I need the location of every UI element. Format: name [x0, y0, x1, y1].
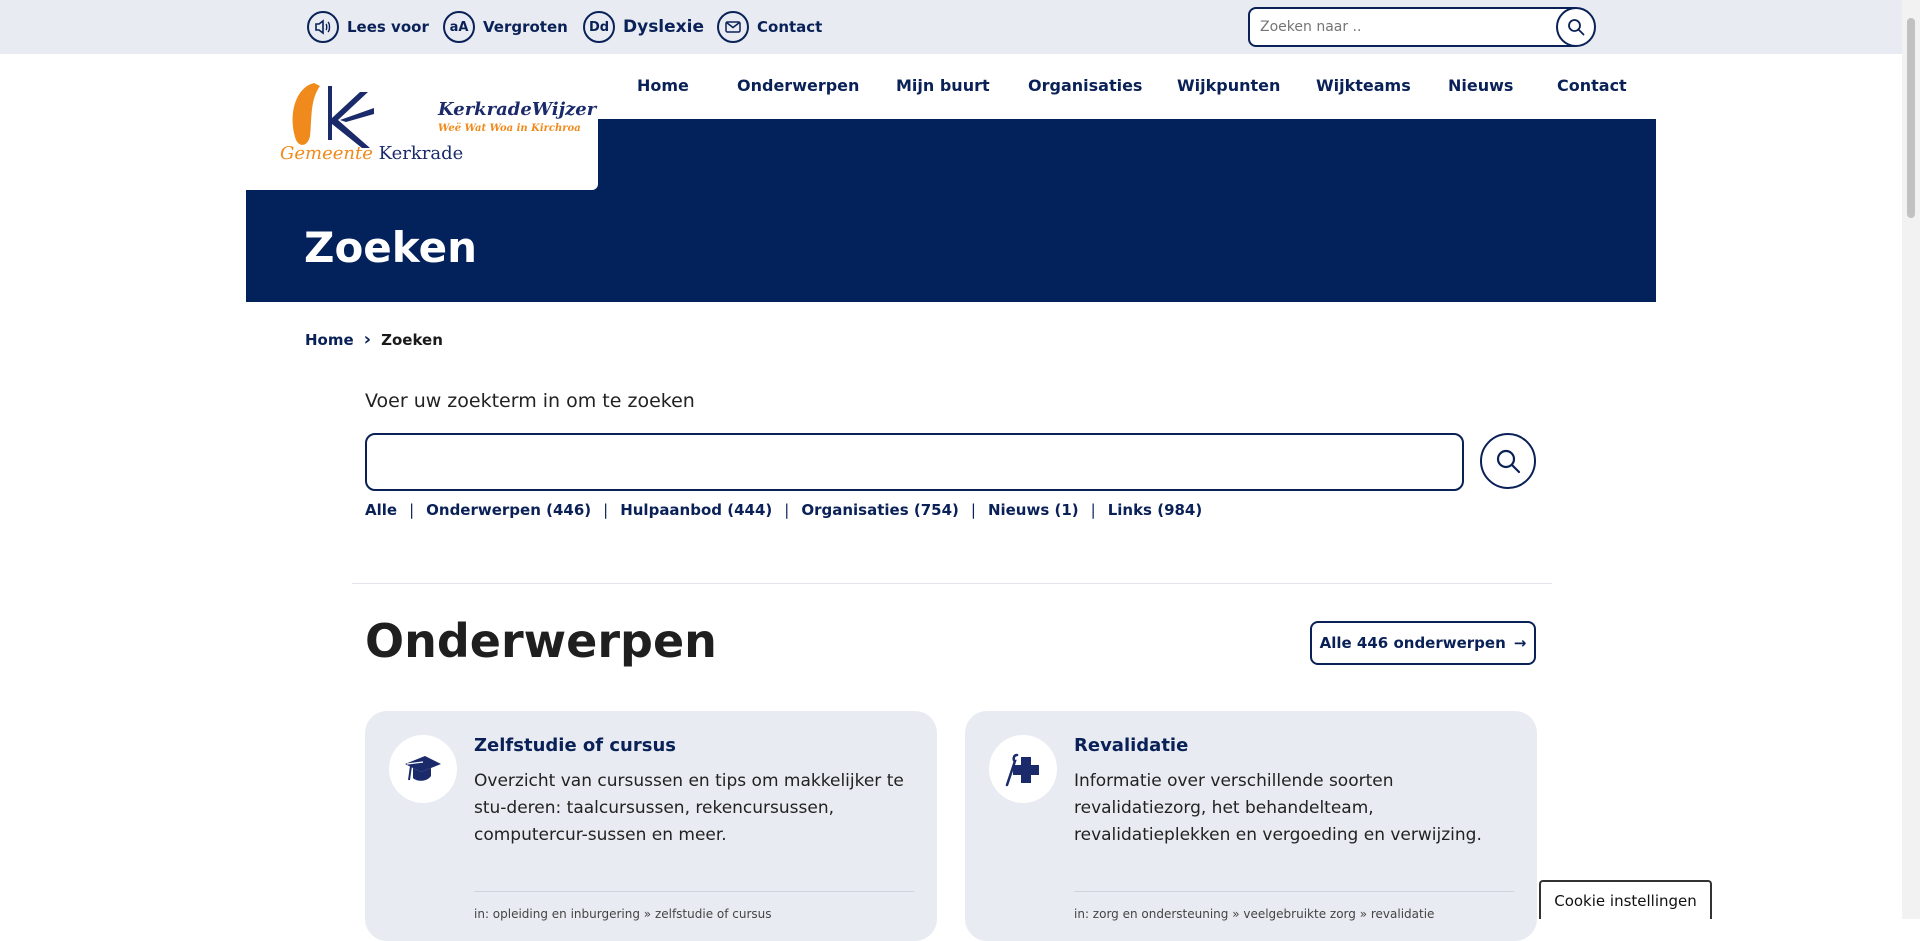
page-scrollbar[interactable]: [1902, 0, 1920, 919]
main-search-button[interactable]: [1480, 433, 1536, 489]
filter-nieuws[interactable]: Nieuws (1): [988, 501, 1079, 519]
top-search-button[interactable]: [1556, 7, 1596, 47]
filter-links[interactable]: Links (984): [1108, 501, 1203, 519]
search-icon: [1496, 449, 1521, 474]
breadcrumb: Home › Zoeken: [305, 329, 443, 350]
read-aloud-button[interactable]: Lees voor: [307, 11, 429, 43]
all-topics-label: Alle 446 onderwerpen: [1319, 634, 1506, 652]
nav-item-home[interactable]: Home: [637, 76, 689, 95]
top-search-input[interactable]: [1248, 7, 1582, 47]
filter-all[interactable]: Alle: [365, 501, 397, 519]
logo-municipality: Gemeente Kerkrade: [280, 143, 463, 164]
main-search-input[interactable]: [365, 433, 1464, 491]
search-filters: Alle | Onderwerpen (446) | Hulpaanbod (4…: [365, 501, 1202, 519]
all-topics-button[interactable]: Alle 446 onderwerpen →: [1310, 621, 1536, 665]
search-icon: [1568, 19, 1585, 36]
section-divider: [352, 583, 1552, 584]
dyslexia-label: Dyslexie: [623, 17, 704, 37]
speaker-icon: [307, 11, 339, 43]
nav-item-mijn-buurt[interactable]: Mijn buurt: [896, 76, 990, 95]
topic-card-divider: [474, 891, 914, 892]
filter-separator: |: [970, 501, 976, 519]
filter-organisaties[interactable]: Organisaties (754): [801, 501, 959, 519]
dyslexia-icon: Dd: [583, 11, 615, 43]
filter-separator: |: [784, 501, 790, 519]
site-logo[interactable]: KerkradeWijzer Weë Wat Woa in Kirchroa G…: [246, 55, 598, 190]
cookie-settings-button[interactable]: Cookie instellingen: [1539, 880, 1712, 919]
topic-card-title[interactable]: Zelfstudie of cursus: [474, 735, 676, 756]
filter-separator: |: [409, 501, 415, 519]
enlarge-label: Vergroten: [483, 18, 568, 36]
topic-card-divider: [1074, 891, 1514, 892]
filter-separator: |: [603, 501, 609, 519]
medical-cross-cane-icon: [989, 735, 1057, 803]
read-aloud-label: Lees voor: [347, 18, 429, 36]
filter-onderwerpen[interactable]: Onderwerpen (446): [426, 501, 591, 519]
mail-icon: [717, 11, 749, 43]
logo-municipality-second: Kerkrade: [378, 143, 464, 164]
enlarge-button[interactable]: aA Vergroten: [443, 11, 568, 43]
breadcrumb-current: Zoeken: [381, 330, 443, 349]
topic-card[interactable]: Zelfstudie of cursus Overzicht van cursu…: [365, 711, 937, 941]
search-label: Voer uw zoekterm in om te zoeken: [365, 390, 695, 412]
nav-item-wijkpunten[interactable]: Wijkpunten: [1177, 76, 1280, 95]
text-size-icon: aA: [443, 11, 475, 43]
graduation-cap-icon: [389, 735, 457, 803]
scrollbar-thumb[interactable]: [1907, 18, 1915, 218]
nav-item-onderwerpen[interactable]: Onderwerpen: [737, 76, 859, 95]
contact-utility-button[interactable]: Contact: [717, 11, 822, 43]
topic-card[interactable]: Revalidatie Informatie over verschillend…: [965, 711, 1537, 941]
topic-card-description: Informatie over verschillende soorten re…: [1074, 771, 1482, 845]
nav-item-contact[interactable]: Contact: [1557, 76, 1627, 95]
logo-municipality-first: Gemeente: [280, 143, 379, 164]
logo-brand-text: KerkradeWijzer: [438, 99, 597, 120]
logo-tagline: Weë Wat Woa in Kirchroa: [438, 123, 581, 134]
filter-hulpaanbod[interactable]: Hulpaanbod (444): [620, 501, 772, 519]
utility-bar: Lees voor aA Vergroten Dd Dyslexie Conta…: [0, 0, 1902, 54]
section-title: Onderwerpen: [365, 614, 717, 668]
topic-card-description: Overzicht van cursussen en tips om makke…: [474, 771, 904, 845]
arrow-right-icon: →: [1513, 634, 1527, 652]
contact-utility-label: Contact: [757, 18, 823, 36]
breadcrumb-home[interactable]: Home: [305, 331, 354, 349]
nav-item-wijkteams[interactable]: Wijkteams: [1316, 76, 1411, 95]
topic-card-title[interactable]: Revalidatie: [1074, 735, 1188, 756]
chevron-right-icon: ›: [363, 329, 372, 350]
nav-item-organisaties[interactable]: Organisaties: [1028, 76, 1142, 95]
dyslexia-button[interactable]: Dd Dyslexie: [583, 11, 704, 43]
filter-separator: |: [1090, 501, 1096, 519]
page-title: Zoeken: [304, 223, 477, 272]
nav-item-nieuws[interactable]: Nieuws: [1448, 76, 1513, 95]
